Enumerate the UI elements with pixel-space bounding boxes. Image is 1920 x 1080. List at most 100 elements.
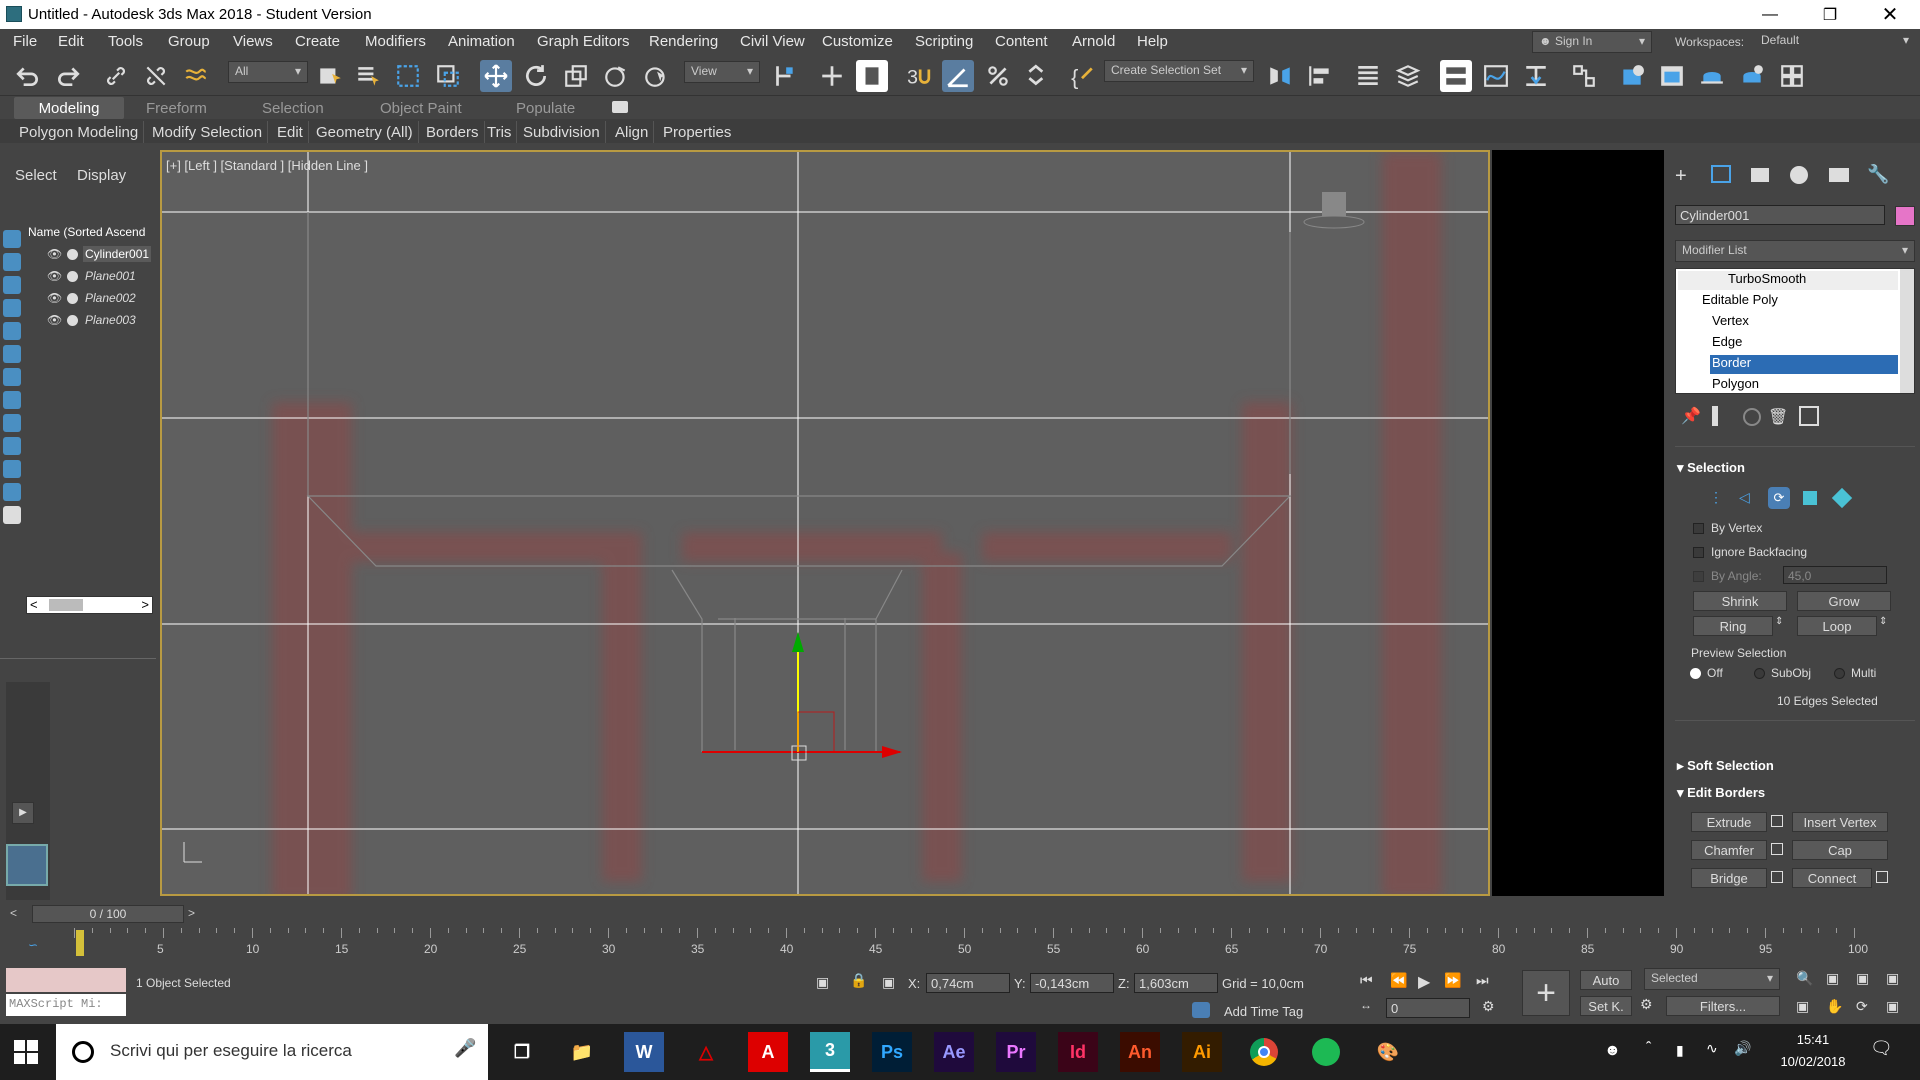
time-marker[interactable] [76,930,84,956]
animate-icon[interactable]: An [1120,1032,1160,1072]
zoom-icon[interactable]: 🔍 [1796,970,1813,987]
ribbon-tris[interactable]: Tris [482,121,518,143]
ribbon-edit[interactable]: Edit [272,121,309,143]
grow-button[interactable]: Grow [1797,591,1891,611]
filter-groups-icon[interactable] [3,368,21,386]
illustrator-icon[interactable]: Ai [1182,1032,1222,1072]
shrink-button[interactable]: Shrink [1693,591,1787,611]
ribbon-borders[interactable]: Borders [421,121,485,143]
create-tab-icon[interactable]: + [1675,165,1687,188]
ribbon-options-icon[interactable] [612,101,628,113]
people-icon[interactable]: ☻ [1604,1042,1621,1060]
select-object-button[interactable] [314,60,346,92]
task-view-icon[interactable]: ❐ [502,1032,542,1072]
list-item[interactable]: 👁 Plane002 [45,289,155,309]
undo-button[interactable] [12,60,44,92]
isolate-icon[interactable]: ▣ [816,974,829,991]
menu-scripting[interactable]: Scripting [915,33,973,50]
bridge-settings-icon[interactable] [1771,871,1783,883]
extrude-button[interactable]: Extrude [1691,812,1767,832]
zoom-all-icon[interactable]: ▣ [1826,970,1839,987]
zoom-extents-icon[interactable]: ▣ [1856,970,1869,987]
angle-spinner[interactable]: 45,0 [1783,566,1887,584]
eye-icon[interactable]: 👁 [47,291,62,305]
curve-editor-button[interactable] [1480,60,1512,92]
renderable-icon[interactable] [67,271,78,282]
ignore-backfacing-checkbox[interactable] [1693,547,1704,558]
workspace-dropdown[interactable]: Default ▾ [1755,31,1915,53]
menu-create[interactable]: Create [295,33,340,50]
minimize-button[interactable]: — [1740,0,1800,29]
ribbon-geometry-all[interactable]: Geometry (All) [311,121,419,143]
current-frame-field[interactable]: 0 [1386,998,1470,1018]
render-production-button[interactable] [1696,60,1728,92]
paint-icon[interactable]: 🎨 [1368,1032,1408,1072]
menu-rendering[interactable]: Rendering [649,33,718,50]
name-column-header[interactable]: Name (Sorted Ascend [28,225,145,239]
material-editor-button[interactable] [1568,60,1600,92]
filter-frozen-icon[interactable] [3,460,21,478]
horizontal-scrollbar[interactable]: < > [26,596,153,614]
ribbon-modify-selection[interactable]: Modify Selection [147,121,269,143]
menu-tools[interactable]: Tools [108,33,143,50]
element-mode-icon[interactable] [1831,487,1853,509]
renderable-icon[interactable] [67,315,78,326]
loop-button[interactable]: Loop [1797,616,1877,636]
menu-views[interactable]: Views [233,33,273,50]
filter-containers-icon[interactable] [3,437,21,455]
percent-snap-button[interactable] [982,60,1014,92]
lock-icon[interactable]: 🔒 [850,972,867,989]
select-and-link-button[interactable] [856,60,888,92]
field-of-view-icon[interactable]: ▣ [1796,998,1809,1015]
make-unique-icon[interactable] [1743,408,1761,426]
spotify-icon[interactable] [1306,1032,1346,1072]
ribbon-properties[interactable]: Properties [658,121,736,143]
menu-civil-view[interactable]: Civil View [740,33,805,50]
snaps-toggle-button[interactable]: 3 [902,60,934,92]
toggle-ribbon-button[interactable] [1440,60,1472,92]
place-button[interactable] [600,60,632,92]
filter-bones-icon[interactable] [3,414,21,432]
file-explorer-icon[interactable]: 📁 [562,1032,602,1072]
edit-borders-rollout-header[interactable]: ▾ Edit Borders [1677,785,1765,801]
window-crossing-button[interactable] [432,60,464,92]
menu-content[interactable]: Content [995,33,1048,50]
menu-modifiers[interactable]: Modifiers [365,33,426,50]
tab-selection[interactable]: Selection [254,97,332,119]
y-coordinate-field[interactable]: -0,143cm [1030,973,1114,993]
viewport-left[interactable]: [+] [Left ] [Standard ] [Hidden Line ] [160,150,1490,896]
renderable-icon[interactable] [67,249,78,260]
list-item[interactable]: 👁 Plane003 [45,311,155,331]
track-bar[interactable]: 5 10 15 20 25 30 35 40 45 50 55 60 65 70 75 80 85 90 95 100 [74,928,1868,958]
edge-mode-icon[interactable]: ◁ [1739,489,1750,506]
chrome-icon[interactable] [1244,1032,1284,1072]
stack-item-vertex[interactable]: Vertex [1712,313,1898,332]
premiere-icon[interactable]: Pr [996,1032,1036,1072]
motion-tab-icon[interactable] [1790,166,1808,184]
border-mode-icon[interactable]: ⟳ [1768,487,1790,509]
bridge-button[interactable]: Bridge [1691,868,1767,888]
pivot-center-button[interactable] [768,60,800,92]
ribbon-align[interactable]: Align [610,121,655,143]
maximize-viewport-icon[interactable]: ▣ [1886,998,1899,1015]
viewport-label[interactable]: [+] [Left ] [Standard ] [Hidden Line ] [166,158,368,173]
chamfer-button[interactable]: Chamfer [1691,840,1767,860]
selection-rollout-header[interactable]: ▾ Selection [1677,460,1745,476]
layers-button[interactable] [1392,60,1424,92]
stack-scrollbar[interactable] [1900,269,1914,393]
eye-icon[interactable]: 👁 [47,313,62,327]
key-mode-button[interactable] [816,60,848,92]
auto-key-button[interactable]: Auto [1580,970,1632,990]
modify-tab-icon[interactable] [1711,165,1731,183]
menu-customize[interactable]: Customize [822,33,893,50]
next-frame-icon[interactable]: ⏩ [1444,972,1461,989]
display-tab-icon[interactable] [1829,168,1849,182]
menu-animation[interactable]: Animation [448,33,515,50]
indesign-icon[interactable]: Id [1058,1032,1098,1072]
tab-object-paint[interactable]: Object Paint [372,97,470,119]
preview-multi-radio[interactable] [1834,668,1845,679]
soft-selection-rollout-header[interactable]: ▸ Soft Selection [1677,758,1774,774]
insert-vertex-button[interactable]: Insert Vertex [1792,812,1888,832]
tab-display[interactable]: Display [77,167,126,184]
utilities-tab-icon[interactable]: 🔧 [1867,164,1889,185]
